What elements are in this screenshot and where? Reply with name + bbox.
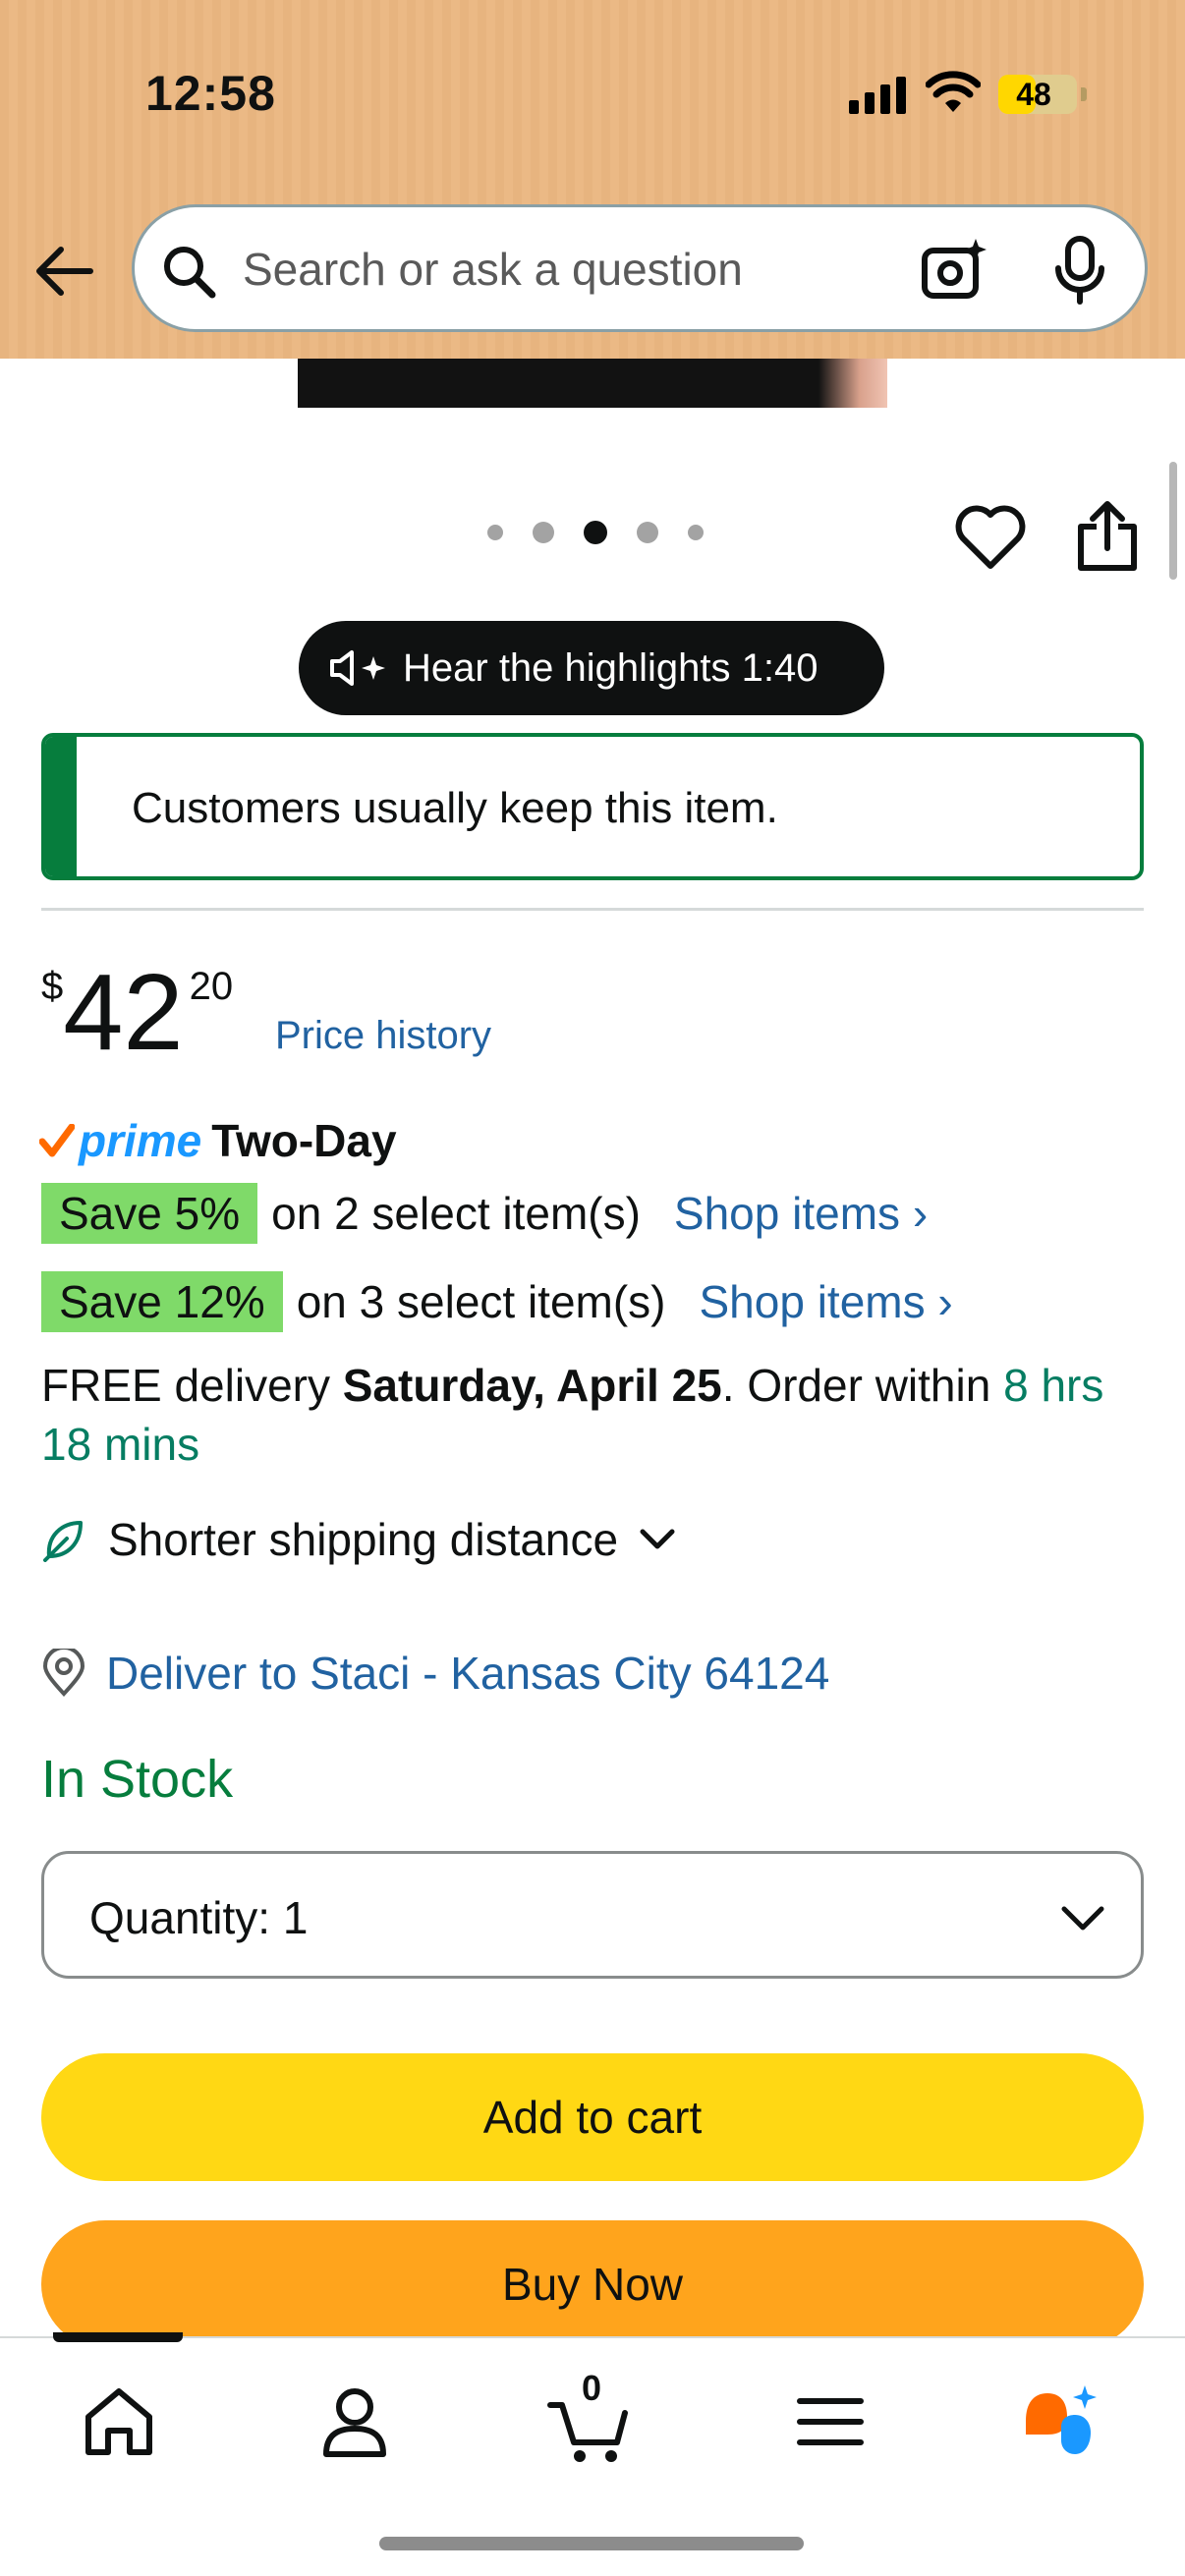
status-time: 12:58 [145,66,276,121]
divider [41,908,1144,911]
camera-sparkle-icon[interactable] [921,237,989,302]
add-to-cart-button[interactable]: Add to cart [41,2053,1144,2181]
price-history-link[interactable]: Price history [275,1014,491,1058]
prime-delivery-label: Two-Day [211,1115,397,1166]
battery-indicator: 48 [998,75,1087,114]
delivery-date: Saturday, April 25 [342,1360,722,1411]
buy-now-button[interactable]: Buy Now [41,2220,1144,2348]
delivery-info: FREE delivery Saturday, April 25. Order … [41,1356,1142,1474]
carousel-dot[interactable] [487,525,503,540]
app-header: 12:58 48 [0,0,1185,359]
page-scrollbar[interactable] [1169,462,1177,580]
prime-logo: prime [79,1115,202,1166]
chevron-down-icon [1061,1906,1104,1931]
price: $ 42 20 [41,949,233,1067]
back-arrow-icon[interactable] [29,236,100,307]
wifi-icon [926,71,981,112]
home-indicator [379,2537,804,2550]
carousel-dot-active[interactable] [584,521,607,544]
promo-row: Save 5% on 2 select item(s) Shop items › [41,1183,928,1244]
speaker-sparkle-icon [330,650,385,686]
carousel-dot[interactable] [688,525,704,540]
stock-status: In Stock [41,1750,234,1809]
hear-highlights-label: Hear the highlights 1:40 [403,645,818,690]
hear-highlights-button[interactable]: Hear the highlights 1:40 [299,621,884,715]
prime-check-icon [39,1124,75,1157]
share-icon[interactable] [1073,499,1142,574]
carousel-dot[interactable] [637,522,658,543]
keep-item-alert: Customers usually keep this item. [41,733,1144,880]
prime-badge: prime Two-Day [39,1114,397,1167]
shorter-shipping-toggle[interactable]: Shorter shipping distance [41,1513,677,1566]
account-icon[interactable] [310,2378,399,2466]
quantity-select[interactable]: Quantity: 1 [41,1851,1144,1979]
cellular-signal-icon [849,75,906,114]
save-badge: Save 5% [41,1183,258,1244]
chevron-down-icon [640,1529,675,1549]
save-badge: Save 12% [41,1271,283,1332]
shop-items-link[interactable]: Shop items › [700,1275,953,1328]
cart-button[interactable]: 0 [546,2368,635,2466]
quantity-label: Quantity: 1 [89,1892,309,1943]
search-input[interactable] [243,235,872,304]
delivery-prefix: FREE delivery [41,1360,343,1411]
deliver-to-label: Deliver to Staci - Kansas City 64124 [106,1648,830,1699]
rufus-ai-icon[interactable] [1018,2378,1106,2466]
promo-text: on 3 select item(s) [296,1276,666,1327]
carousel-dot[interactable] [533,522,554,543]
deliver-to-link[interactable]: Deliver to Staci - Kansas City 64124 [41,1647,829,1700]
active-tab-indicator [53,2332,183,2342]
microphone-icon[interactable] [1050,235,1109,306]
promo-row: Save 12% on 3 select item(s) Shop items … [41,1271,953,1332]
search-icon[interactable] [160,243,217,300]
price-symbol: $ [41,965,64,1008]
heart-icon[interactable] [953,501,1028,572]
home-icon[interactable] [75,2378,163,2466]
delivery-middle: . Order within [721,1360,1004,1411]
location-pin-icon [42,1649,85,1697]
cart-count: 0 [582,2368,602,2408]
search-bar[interactable] [132,204,1148,332]
alert-text: Customers usually keep this item. [132,784,778,832]
shorter-shipping-label: Shorter shipping distance [108,1514,619,1565]
battery-percent: 48 [1016,77,1051,112]
price-whole: 42 [63,952,184,1073]
price-fraction: 20 [189,965,234,1008]
product-image[interactable] [298,359,887,408]
shop-items-link[interactable]: Shop items › [674,1187,928,1240]
leaf-icon [43,1521,83,1562]
image-carousel-dots[interactable] [487,521,704,544]
promo-text: on 2 select item(s) [271,1188,641,1239]
menu-icon[interactable] [786,2378,875,2466]
